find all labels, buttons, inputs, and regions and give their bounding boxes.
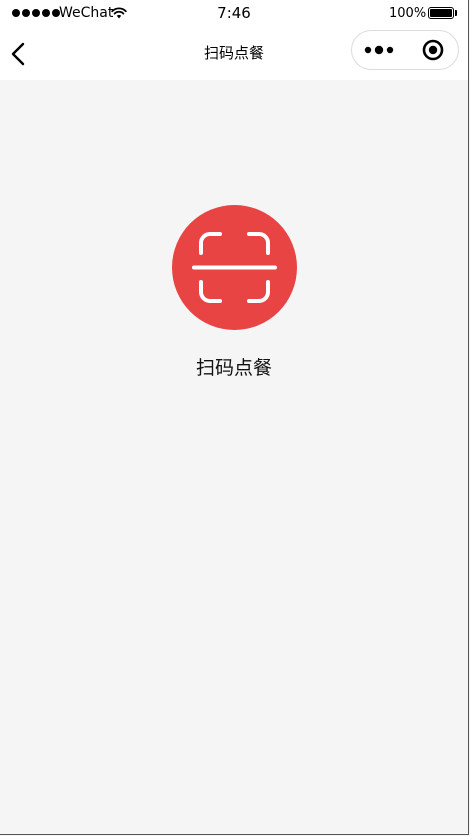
more-button[interactable] [352,31,406,69]
scan-order-label: 扫码点餐 [195,357,272,379]
battery-icon [428,7,454,19]
target-circle-icon [422,39,444,61]
more-dots-icon [364,45,394,55]
phone-screen: WeChat 7:46 100% 扫码点餐 扫码点餐 [0,0,469,835]
close-button[interactable] [406,31,460,69]
status-bar: WeChat 7:46 100% [0,0,468,28]
battery-level-fill [430,9,452,17]
battery-percentage: 100% [389,6,427,21]
scan-qr-icon [192,232,277,303]
navigation-bar: 扫码点餐 [0,28,468,80]
scan-order-button[interactable] [172,205,297,330]
battery-cap [455,10,457,16]
mini-program-capsule [351,30,459,70]
